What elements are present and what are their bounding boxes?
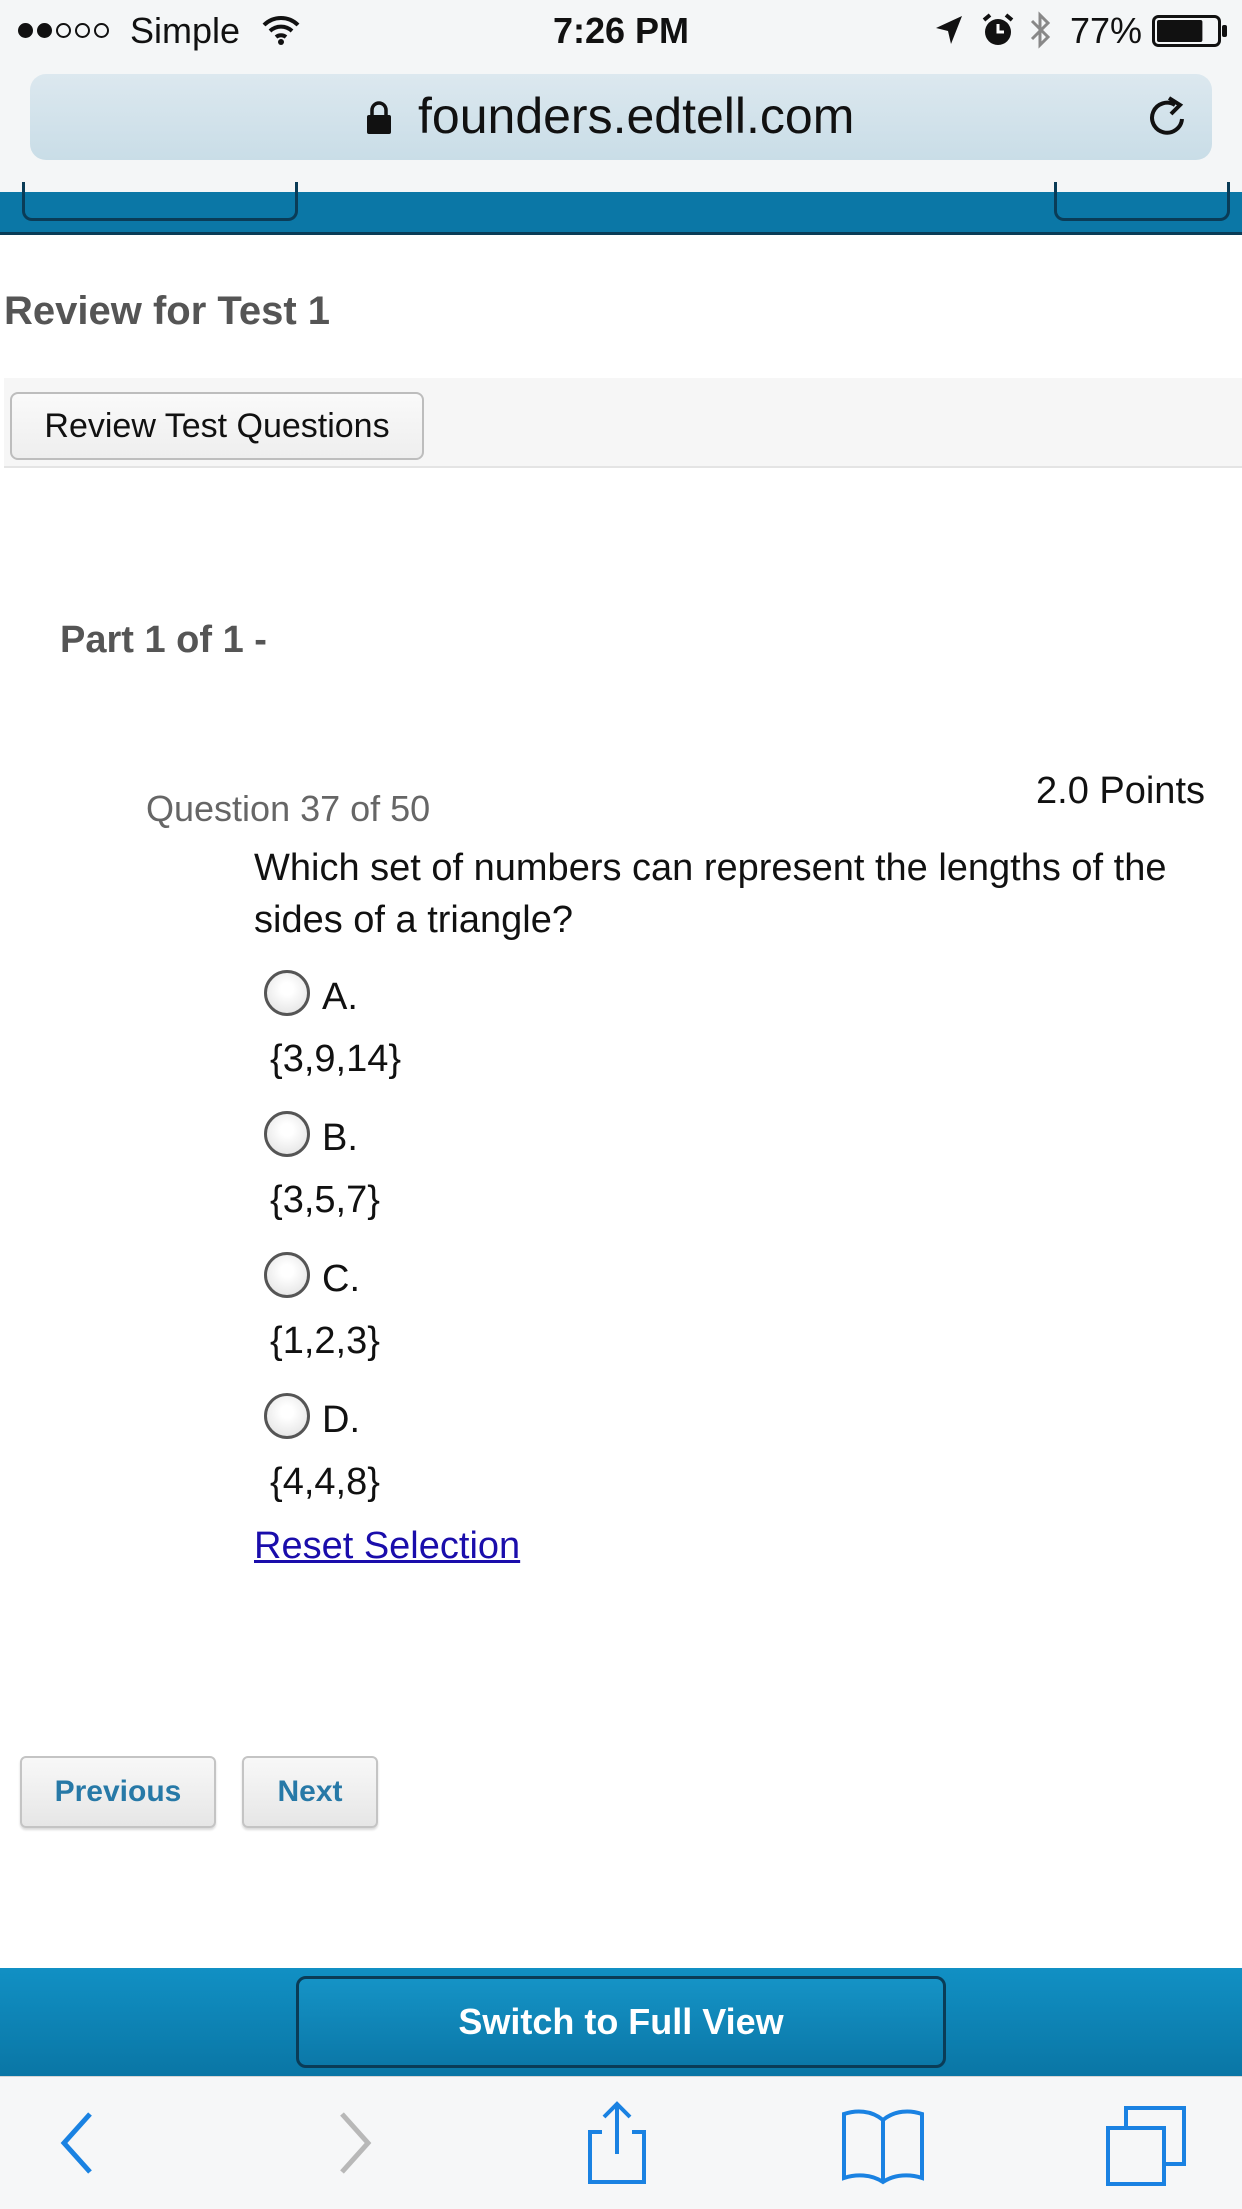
switch-to-full-view-button[interactable]: Switch to Full View [296, 1976, 946, 2068]
header-menu-button[interactable] [22, 182, 298, 221]
question-number: Question 37 of 50 [146, 788, 431, 829]
page-title: Review for Test 1 [4, 289, 331, 333]
option-a-letter: A. [322, 976, 358, 1018]
previous-button[interactable]: Previous [20, 1756, 216, 1828]
review-test-questions-button[interactable]: Review Test Questions [10, 392, 424, 460]
battery-percent: 77% [1070, 10, 1143, 51]
option-a-radio[interactable] [264, 970, 310, 1016]
bluetooth-icon [1030, 11, 1051, 49]
option-c-letter: C. [322, 1258, 360, 1300]
next-button[interactable]: Next [242, 1756, 378, 1828]
option-c-radio[interactable] [264, 1252, 310, 1298]
location-arrow-icon [936, 16, 962, 44]
part-label: Part 1 of 1 - [60, 619, 267, 661]
alarm-icon [982, 13, 1014, 45]
question-points: 2.0 Points [1036, 770, 1205, 812]
option-a-value: {3,9,14} [270, 1038, 402, 1080]
forward-icon[interactable] [308, 2098, 398, 2188]
tabs-icon[interactable] [1102, 2098, 1192, 2188]
header-user-button[interactable] [1054, 182, 1230, 221]
option-d-radio[interactable] [264, 1393, 310, 1439]
url-text[interactable]: founders.edtell.com [418, 84, 854, 148]
reset-selection-link[interactable]: Reset Selection [254, 1522, 520, 1570]
status-time: 7:26 PM [552, 10, 690, 51]
question-text: Which set of numbers can represent the l… [254, 847, 1167, 941]
reload-icon[interactable] [1144, 94, 1190, 140]
option-c-value: {1,2,3} [270, 1320, 380, 1362]
bookmarks-icon[interactable] [838, 2098, 928, 2188]
back-icon[interactable] [34, 2098, 124, 2188]
option-b-letter: B. [322, 1117, 358, 1159]
option-b-radio[interactable] [264, 1111, 310, 1157]
option-b-value: {3,5,7} [270, 1179, 380, 1221]
share-icon[interactable] [572, 2098, 662, 2188]
option-d-letter: D. [322, 1399, 360, 1441]
battery-icon [1152, 15, 1227, 47]
lock-icon [367, 101, 391, 134]
option-d-value: {4,4,8} [270, 1461, 380, 1503]
